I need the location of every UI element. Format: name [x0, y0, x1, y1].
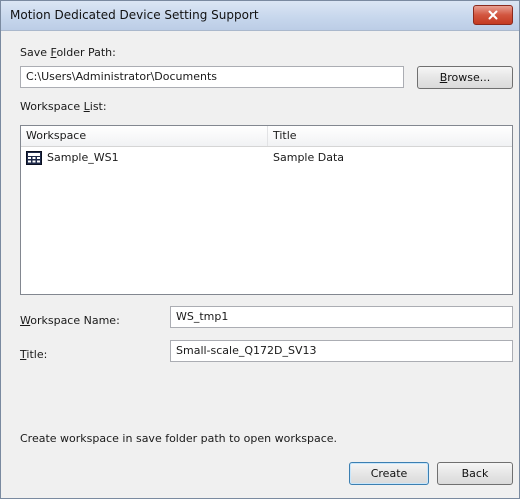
- back-button[interactable]: Back: [437, 462, 513, 485]
- workspace-cell: Sample_WS1: [47, 151, 119, 164]
- create-button[interactable]: Create: [349, 462, 429, 485]
- title-label: Title:: [20, 348, 48, 361]
- column-header-title[interactable]: Title: [268, 126, 512, 146]
- workspace-name-label: Workspace Name:: [20, 314, 120, 327]
- save-folder-label: Save Folder Path:: [20, 46, 116, 59]
- title-bar[interactable]: Motion Dedicated Device Setting Support: [1, 1, 519, 31]
- browse-button[interactable]: Browse...: [417, 66, 513, 89]
- info-message: Create workspace in save folder path to …: [20, 432, 338, 445]
- workspace-icon: [26, 151, 42, 165]
- workspace-list-label: Workspace List:: [20, 100, 107, 113]
- column-header-workspace[interactable]: Workspace: [21, 126, 268, 146]
- workspace-list-header: Workspace Title: [21, 126, 512, 147]
- title-input[interactable]: Small-scale_Q172D_SV13: [170, 340, 513, 362]
- window-title: Motion Dedicated Device Setting Support: [10, 8, 259, 22]
- workspace-list[interactable]: Workspace Title Sample_WS1 Sample Data: [20, 125, 513, 295]
- close-button[interactable]: [473, 5, 513, 25]
- list-item[interactable]: Sample_WS1 Sample Data: [21, 148, 512, 168]
- workspace-name-input[interactable]: WS_tmp1: [170, 306, 513, 328]
- save-folder-path-input[interactable]: C:\Users\Administrator\Documents: [20, 66, 404, 88]
- close-icon: [488, 10, 498, 20]
- dialog-window: Motion Dedicated Device Setting Support …: [0, 0, 520, 499]
- title-cell: Sample Data: [273, 151, 345, 164]
